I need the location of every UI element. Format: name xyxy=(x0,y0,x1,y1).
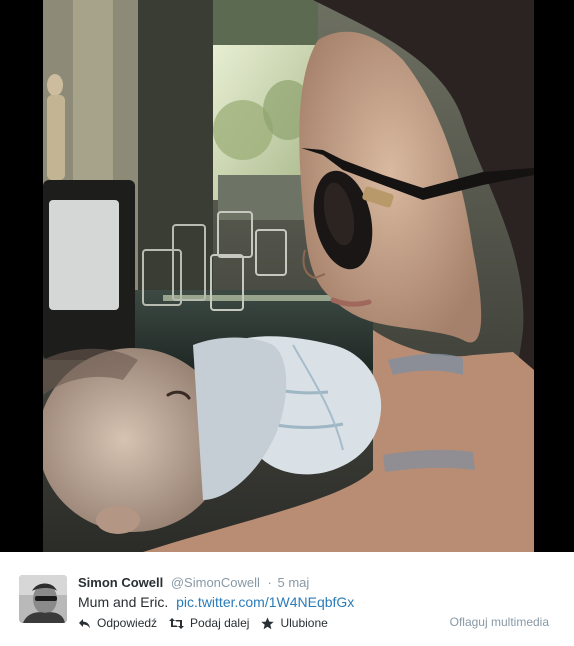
media-frame xyxy=(0,0,574,552)
favorite-button[interactable]: Ulubione xyxy=(261,615,328,631)
author-name[interactable]: Simon Cowell xyxy=(78,575,163,590)
retweet-icon xyxy=(169,617,185,630)
timestamp[interactable]: 5 maj xyxy=(278,575,310,590)
tweet-details: Simon Cowell @SimonCowell · 5 maj Mum an… xyxy=(0,552,574,646)
timestamp-separator: · xyxy=(267,575,272,590)
reply-arrow-icon xyxy=(78,617,91,630)
avatar[interactable] xyxy=(19,575,67,623)
favorite-label: Ulubione xyxy=(280,616,328,630)
flag-media-link[interactable]: Oflaguj multimedia xyxy=(450,614,549,630)
reply-label: Odpowiedź xyxy=(97,616,158,630)
reply-button[interactable]: Odpowiedź xyxy=(78,615,157,631)
tweet-media-page: Simon Cowell @SimonCowell · 5 maj Mum an… xyxy=(0,0,574,646)
retweet-label: Podaj dalej xyxy=(190,616,250,630)
tweet-actions: Odpowiedź Podaj dalej Ulubione xyxy=(78,615,340,631)
tweet-body: Mum and Eric. xyxy=(78,594,169,610)
star-icon xyxy=(261,617,275,630)
tweet-photo[interactable] xyxy=(43,0,534,552)
retweet-button[interactable]: Podaj dalej xyxy=(169,615,249,631)
tweet-media-link[interactable]: pic.twitter.com/1W4NEqbfGx xyxy=(176,594,354,610)
tweet-text: Mum and Eric. pic.twitter.com/1W4NEqbfGx xyxy=(78,593,354,611)
author-handle[interactable]: @SimonCowell xyxy=(171,575,260,590)
tweet-header: Simon Cowell @SimonCowell · 5 maj xyxy=(78,575,309,591)
